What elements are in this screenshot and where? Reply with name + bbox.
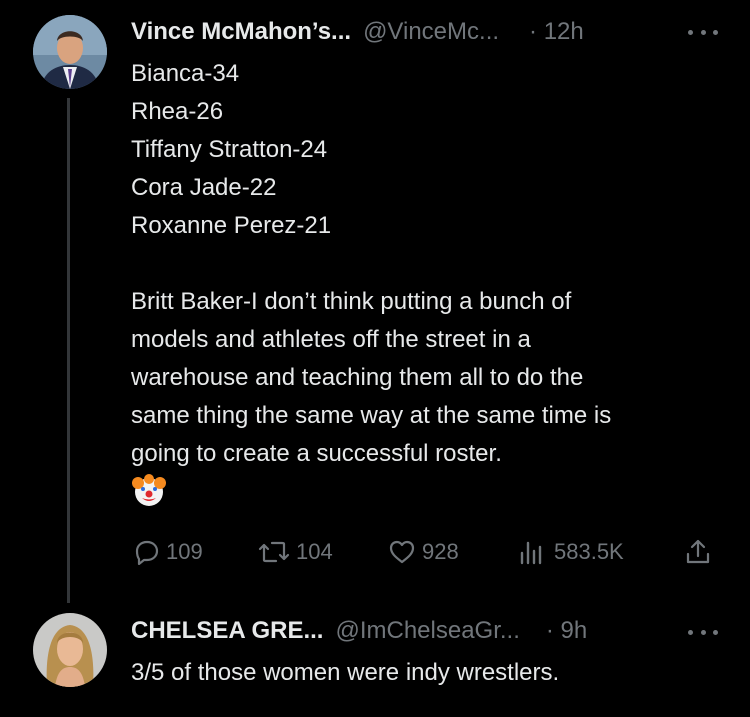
repost-button[interactable]: 104 — [258, 537, 333, 567]
timestamp[interactable]: · 12h — [529, 18, 584, 46]
tweet-header: CHELSEA GRE... @ImChelseaGr... · 9h — [131, 614, 587, 648]
repost-count: 104 — [296, 539, 333, 564]
share-button[interactable] — [684, 537, 712, 567]
tweet-line: models and athletes off the street in a — [131, 326, 531, 353]
avatar[interactable] — [33, 613, 107, 687]
timestamp[interactable]: · 9h — [546, 617, 587, 645]
heart-icon — [389, 540, 415, 564]
tweet-line: Bianca-34 — [131, 60, 240, 87]
tweet-line: warehouse and teaching them all to do th… — [131, 364, 584, 391]
tweet-line: same thing the same way at the same time… — [131, 402, 612, 429]
reply-icon — [135, 540, 159, 565]
tweet-text: Bianca-34 Rhea-26 Tiffany Stratton-24 Co… — [131, 55, 721, 473]
reply-count: 109 — [166, 539, 203, 564]
tweet-line: Roxanne Perez-21 — [131, 212, 332, 239]
views-button[interactable]: 583.5K — [518, 537, 624, 567]
tweet-line: 3/5 of those women were indy wrestlers. — [131, 659, 560, 686]
share-icon — [686, 539, 710, 564]
tweet-line: going to create a successful roster. — [131, 440, 502, 467]
avatar-image — [33, 15, 107, 89]
handle[interactable]: @ImChelseaGr... — [335, 617, 519, 645]
display-name[interactable]: Vince McMahon’s... — [131, 18, 351, 46]
avatar-image — [33, 613, 107, 687]
repost-icon — [258, 541, 290, 563]
avatar[interactable] — [33, 15, 107, 89]
like-button[interactable]: 928 — [388, 537, 459, 567]
reply-button[interactable]: 109 — [134, 537, 203, 567]
handle[interactable]: @VinceMc... — [363, 18, 499, 46]
tweet-header: Vince McMahon’s... @VinceMc... · 12h — [131, 15, 584, 49]
display-name[interactable]: CHELSEA GRE... — [131, 617, 323, 645]
like-count: 928 — [422, 539, 459, 564]
tweet-line: Tiffany Stratton-24 — [131, 136, 328, 163]
tweet-line: Rhea-26 — [131, 98, 224, 125]
tweet-text: 3/5 of those women were indy wrestlers. — [131, 654, 721, 692]
more-options-icon[interactable] — [688, 622, 718, 642]
thread-line — [67, 98, 70, 603]
more-options-icon[interactable] — [688, 22, 718, 42]
tweet-line: Cora Jade-22 — [131, 174, 277, 201]
analytics-icon — [520, 541, 542, 565]
view-count: 583.5K — [554, 539, 624, 564]
clown-face-emoji — [132, 474, 166, 506]
tweet-line: Britt Baker-I don’t think putting a bunc… — [131, 288, 572, 315]
